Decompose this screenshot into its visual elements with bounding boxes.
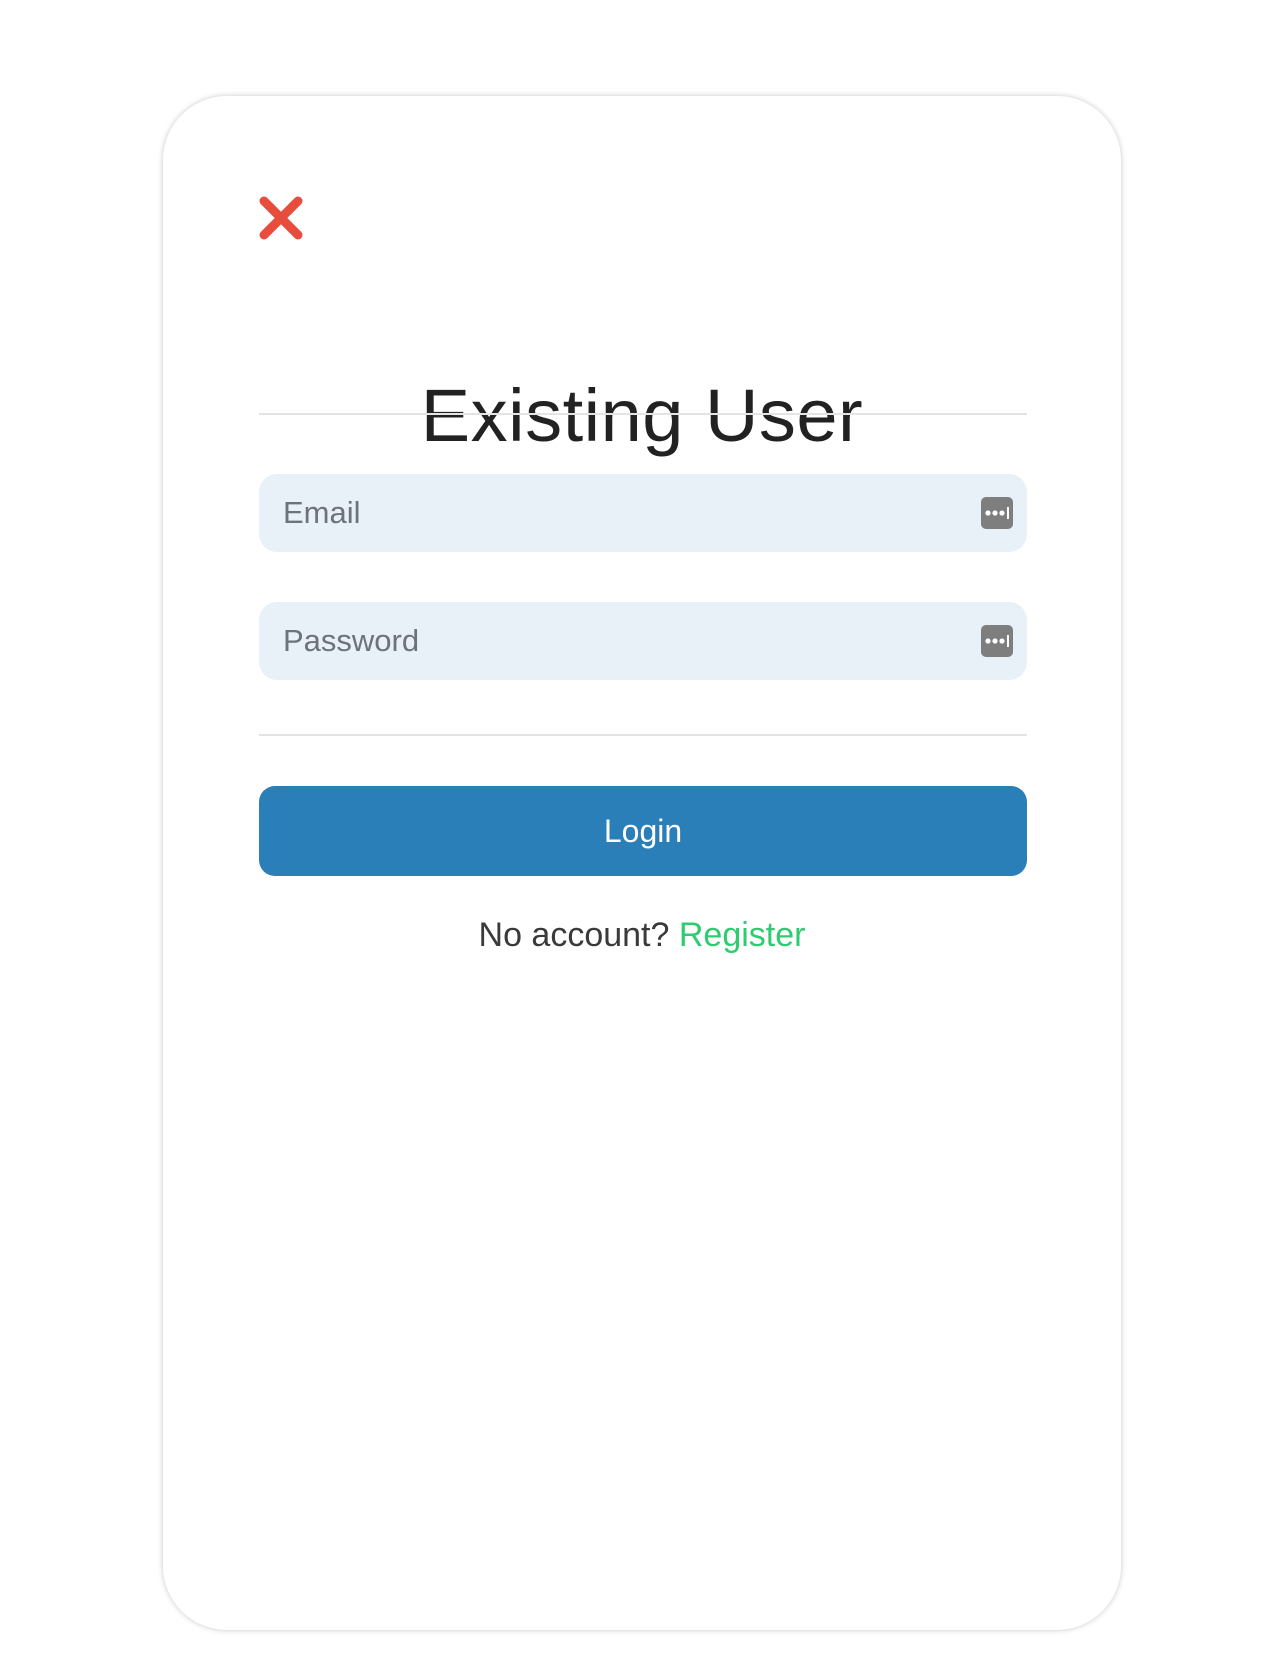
page-title: Existing User — [420, 374, 864, 457]
close-icon — [259, 196, 303, 240]
password-input[interactable] — [259, 602, 981, 680]
register-link[interactable]: Register — [679, 916, 806, 954]
login-button[interactable]: Login — [259, 786, 1027, 876]
password-autofill-button[interactable] — [981, 625, 1013, 657]
password-manager-icon — [985, 507, 1009, 519]
password-manager-icon — [985, 635, 1009, 647]
password-field — [259, 602, 1027, 680]
register-prompt: No account? Register — [163, 916, 1121, 955]
close-button[interactable] — [258, 195, 304, 241]
login-card: Existing User Login No account? R — [163, 96, 1121, 1630]
divider — [259, 734, 1027, 736]
email-field — [259, 474, 1027, 552]
divider — [259, 413, 1027, 415]
register-prompt-text: No account? — [478, 916, 670, 954]
email-input[interactable] — [259, 474, 981, 552]
email-autofill-button[interactable] — [981, 497, 1013, 529]
